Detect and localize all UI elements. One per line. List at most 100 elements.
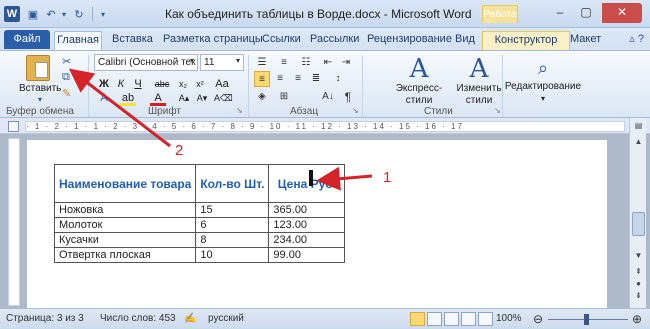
help-icon[interactable]: ▵ ? [629,32,644,45]
shading-button[interactable]: ◈ [254,89,270,105]
tab-selector[interactable] [8,121,19,132]
web-view-icon[interactable] [444,312,459,326]
spellcheck-icon[interactable]: ✍ [184,313,196,324]
scroll-down-icon[interactable]: ▼ [632,250,645,262]
word-count[interactable]: Число слов: 453 [100,313,176,324]
maximize-button[interactable]: ▢ [574,3,598,23]
minimize-button[interactable]: – [548,3,572,23]
tab-design[interactable]: Конструктор [482,31,570,50]
full-screen-view-icon[interactable] [427,312,442,326]
clear-format-button[interactable]: A⌫ [214,90,233,106]
increase-indent-button[interactable]: ⇥ [338,55,354,71]
change-styles-button[interactable]: A Изменить стили [454,55,504,107]
tab-page-layout[interactable]: Разметка страницы [163,31,263,50]
line-spacing-button[interactable]: ↕ [330,71,346,87]
font-size-dropdown-icon[interactable]: ▾ [236,56,240,65]
table-cell[interactable]: 15 [195,202,270,218]
align-left-button[interactable]: ≡ [254,71,270,87]
tab-layout[interactable]: Макет [570,31,601,50]
zoom-in-icon[interactable]: ⊕ [632,312,642,326]
tab-review[interactable]: Рецензирование [367,31,452,50]
table-cell[interactable]: Отвертка плоская [53,247,197,263]
vertical-ruler[interactable] [8,138,20,306]
font-name-select[interactable]: Calibri (Основной тек [94,54,198,71]
table-cell[interactable]: 10 [195,247,270,263]
table-cell[interactable]: Ножовка [53,202,197,218]
table-cell[interactable]: 6 [195,217,270,233]
vertical-scrollbar[interactable]: ▤ ▲ ▼ ⇞ ● ⇟ [629,118,646,308]
numbering-button[interactable]: ≡ [276,55,292,71]
align-right-button[interactable]: ≡ [290,71,306,87]
tab-home[interactable]: Главная [54,31,102,50]
next-page-icon[interactable]: ⇟ [632,290,645,302]
bullets-button[interactable]: ☰ [254,55,270,71]
tab-references[interactable]: Ссылки [262,31,301,50]
table-cell[interactable]: Кусачки [53,232,197,248]
scroll-up-icon[interactable]: ▲ [632,136,645,148]
tab-mailings[interactable]: Рассылки [310,31,359,50]
paragraph-dialog-launcher-icon[interactable]: ↘ [352,106,359,115]
paste-icon[interactable] [26,55,50,81]
scrollbar-thumb[interactable] [632,212,645,236]
zoom-level[interactable]: 100% [496,313,522,324]
page-count[interactable]: Страница: 3 из 3 [6,313,84,324]
horizontal-ruler[interactable]: · 1 · 2 · 1 · 1 · 2 · 3 · 4 · 5 · 6 · 7 … [25,121,625,132]
close-button[interactable]: ✕ [602,3,642,23]
tab-file[interactable]: Файл [4,30,50,49]
outline-view-icon[interactable] [461,312,476,326]
zoom-out-icon[interactable]: ⊖ [533,312,543,326]
ruler-toggle-icon[interactable]: ▤ [632,120,645,132]
highlight-button[interactable]: ab [120,90,136,106]
shrink-font-button[interactable]: A▾ [194,90,210,106]
cut-icon[interactable]: ✂ [62,55,71,68]
table-header-cell[interactable]: Наименование товара [53,164,197,203]
show-formatting-button[interactable]: ¶ [340,89,356,105]
table-cell[interactable]: 8 [195,232,270,248]
multilevel-list-button[interactable]: ☷ [298,55,314,71]
text-effects-button[interactable]: A [96,90,112,106]
table-header-cell[interactable]: Цена Руб. [268,164,346,203]
table-cell[interactable]: Молоток [53,217,197,233]
undo-dropdown-icon[interactable]: ▾ [60,6,68,22]
tab-insert[interactable]: Вставка [112,31,153,50]
justify-button[interactable]: ≣ [308,71,324,87]
save-icon[interactable]: ▣ [26,6,40,22]
print-layout-view-icon[interactable] [410,312,425,326]
font-dialog-launcher-icon[interactable]: ↘ [236,106,243,115]
table-cell[interactable]: 365.00 [268,202,346,218]
product-table[interactable]: Наименование товара Кол-во Шт. Цена Руб.… [53,164,346,263]
text-cursor-marker [309,170,313,186]
undo-icon[interactable]: ↶ [44,6,58,22]
font-color-button[interactable]: A [150,90,166,106]
paste-dropdown-icon[interactable]: ▾ [38,95,42,104]
zoom-slider-handle[interactable] [584,314,589,325]
decrease-indent-button[interactable]: ⇤ [320,55,336,71]
tab-view[interactable]: Вид [455,31,475,50]
align-center-button[interactable]: ≡ [272,71,288,87]
qa-separator [92,7,93,21]
previous-page-icon[interactable]: ⇞ [632,266,645,278]
borders-button[interactable]: ⊞ [276,89,292,105]
format-painter-icon[interactable]: ✎ [62,87,71,100]
browse-object-icon[interactable]: ● [632,278,645,290]
word-logo-icon[interactable]: W [4,6,20,22]
styles-dialog-launcher-icon[interactable]: ↘ [494,106,501,115]
table-cell[interactable]: 123.00 [268,217,346,233]
document-page[interactable]: Наименование товара Кол-во Шт. Цена Руб.… [27,140,607,308]
draft-view-icon[interactable] [478,312,493,326]
language-indicator[interactable]: русский [208,313,244,324]
grow-font-button[interactable]: A▴ [176,90,192,106]
editing-button[interactable]: ⌕ Редактирование ▾ [504,55,582,105]
redo-icon[interactable]: ↻ [72,6,86,22]
copy-icon[interactable]: ⧉ [62,71,70,84]
table-cell[interactable]: 99.00 [268,247,346,263]
context-group-label: Работа [482,5,518,23]
table-header-cell[interactable]: Кол-во Шт. [195,164,270,203]
express-styles-button[interactable]: A Экспресс-стили [384,55,454,107]
table-cell[interactable]: 234.00 [268,232,346,248]
paste-button-label[interactable]: Вставить [19,83,61,94]
change-styles-label: Изменить стили [456,83,502,106]
font-dropdown-icon[interactable]: ▾ [190,56,194,65]
sort-button[interactable]: A↓ [320,89,336,105]
customize-qa-icon[interactable]: ▾ [98,6,108,22]
